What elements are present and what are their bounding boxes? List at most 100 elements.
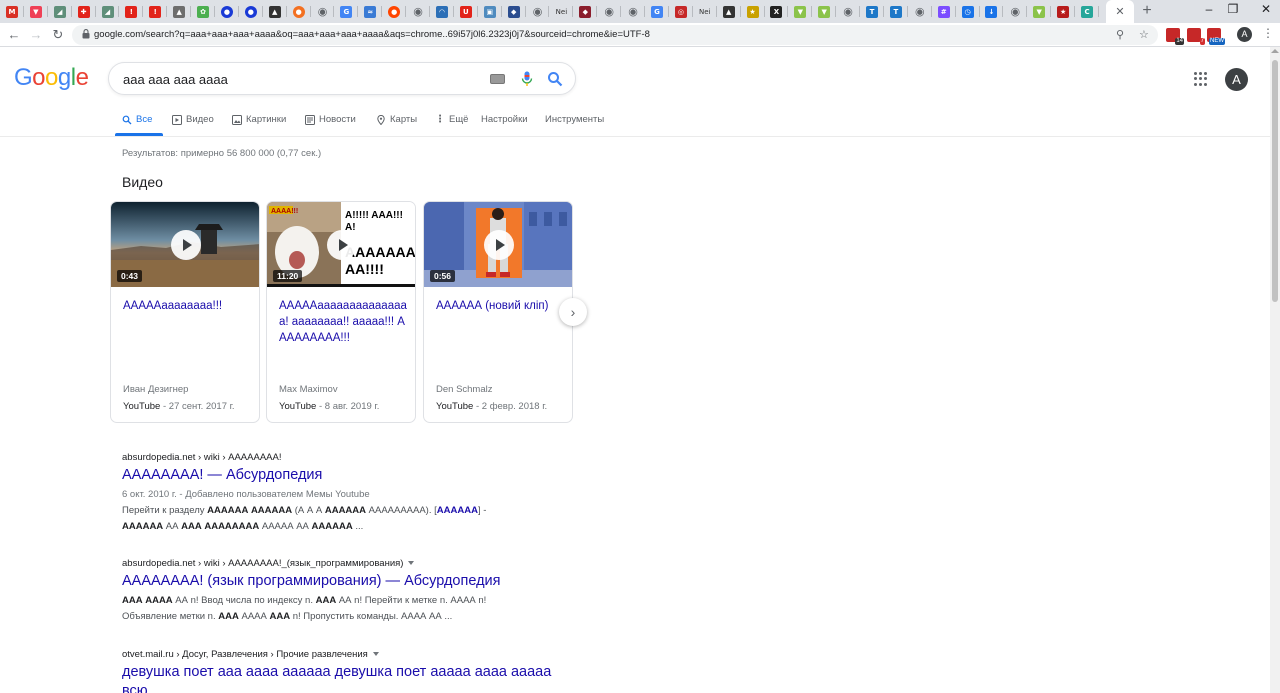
profile-avatar[interactable]: A	[1237, 27, 1252, 42]
tab-images[interactable]: Картинки	[232, 114, 286, 125]
browser-tab[interactable]: ✿	[191, 0, 215, 23]
account-avatar[interactable]: A	[1225, 68, 1248, 91]
search-icon[interactable]	[547, 71, 563, 87]
browser-tab[interactable]: G	[334, 0, 359, 23]
browser-tab[interactable]: !	[143, 0, 168, 23]
minimize-button[interactable]: –	[1202, 2, 1216, 16]
browser-tab[interactable]: ◷	[956, 0, 980, 23]
tab-video[interactable]: Видео	[172, 114, 214, 125]
browser-tab[interactable]: ◆	[502, 0, 526, 23]
result-url[interactable]: absurdopedia.net › wiki › АААААААА!	[122, 452, 682, 463]
dropdown-arrow-icon[interactable]	[408, 561, 415, 566]
video-card[interactable]: 0:56 АААААА (новий кліп) Den Schmalz You…	[423, 201, 573, 423]
video-title[interactable]: ААААAaaaaaaaaaaaaaaa! aaaaaaaa!! aaaaa!!…	[279, 298, 409, 346]
close-window-button[interactable]: ✕	[1259, 2, 1273, 16]
result-url[interactable]: absurdopedia.net › wiki › АААААААА!_(язы…	[122, 558, 682, 569]
extension-icon[interactable]: 7	[1187, 28, 1205, 45]
tab-all[interactable]: Все	[122, 114, 152, 125]
video-thumbnail[interactable]: АААА!!! A!!!!! AAA!!! A! AAAAAAA AA!!!! …	[267, 202, 415, 287]
extension-icon[interactable]: 14	[1166, 28, 1184, 45]
keyboard-icon[interactable]	[490, 74, 505, 84]
browser-tab[interactable]: G	[645, 0, 669, 23]
tab-tools[interactable]: Инструменты	[545, 114, 604, 125]
zoom-icon[interactable]: ⚲	[1116, 28, 1124, 41]
browser-tab[interactable]: ▣	[478, 0, 502, 23]
browser-tab[interactable]: ▼	[812, 0, 837, 23]
play-button[interactable]	[484, 230, 514, 260]
browser-tab[interactable]: ◉	[597, 0, 622, 23]
browser-tab[interactable]: ◉	[311, 0, 335, 23]
video-card[interactable]: АААА!!! A!!!!! AAA!!! A! AAAAAAA AA!!!! …	[266, 201, 416, 423]
video-title[interactable]: АААААА (новий кліп)	[436, 298, 566, 314]
browser-tab[interactable]: ◉	[526, 0, 550, 23]
browser-tab[interactable]: ◎	[669, 0, 693, 23]
browser-tab[interactable]: ●	[287, 0, 311, 23]
browser-tab[interactable]: ✚	[72, 0, 96, 23]
carousel-next-button[interactable]: ›	[559, 298, 587, 326]
result-url[interactable]: otvet.mail.ru › Досуг, Развлечения › Про…	[122, 649, 562, 660]
browser-menu-icon[interactable]: ⋮	[1262, 26, 1274, 40]
browser-tab[interactable]: X	[765, 0, 789, 23]
result-title[interactable]: АААААААА! (язык программирования) — Абсу…	[122, 572, 682, 591]
restore-button[interactable]: ❐	[1226, 2, 1240, 16]
browser-tab[interactable]: ◉	[621, 0, 645, 23]
address-bar[interactable]: google.com/search?q=aaa+aaa+aaa+aaaa&oq=…	[72, 25, 1158, 45]
browser-tab[interactable]: ≈	[358, 0, 383, 23]
browser-tab[interactable]: C	[1075, 0, 1099, 23]
tab-maps[interactable]: Карты	[376, 114, 417, 125]
snippet-link[interactable]: АААААА	[437, 505, 478, 516]
scroll-up-arrow-icon[interactable]	[1271, 49, 1279, 53]
active-tab[interactable]: ✕	[1106, 0, 1134, 23]
url-text[interactable]: google.com/search?q=aaa+aaa+aaa+aaaa&oq=…	[94, 29, 1114, 40]
browser-tab[interactable]: ◢	[96, 0, 120, 23]
extension-icon[interactable]: NEW	[1207, 28, 1225, 45]
browser-tab[interactable]: M	[0, 0, 24, 23]
close-tab-icon[interactable]: ✕	[1115, 5, 1124, 18]
browser-tab[interactable]: Nei	[549, 0, 574, 23]
new-tab-button[interactable]: +	[1139, 2, 1155, 20]
google-apps-icon[interactable]	[1194, 72, 1208, 86]
browser-tab[interactable]: ▲	[167, 0, 192, 23]
back-button[interactable]: ←	[6, 27, 22, 43]
browser-tab[interactable]: ▲	[717, 0, 741, 23]
browser-tab[interactable]: ▲	[263, 0, 287, 23]
browser-tab[interactable]: Nei	[693, 0, 717, 23]
video-thumbnail[interactable]: 0:56	[424, 202, 572, 287]
reload-button[interactable]: ↻	[50, 27, 66, 43]
video-card[interactable]: 0:43 ААААAaaaaaaaa!!! Иван Дезигнер YouT…	[110, 201, 260, 423]
microphone-icon[interactable]	[520, 71, 534, 87]
tab-settings[interactable]: Настройки	[481, 114, 528, 125]
scrollbar-thumb[interactable]	[1272, 60, 1278, 302]
browser-tab[interactable]: ◉	[908, 0, 932, 23]
dropdown-arrow-icon[interactable]	[372, 652, 379, 657]
tab-more[interactable]: ⋮ Ещё	[435, 114, 468, 125]
browser-tab[interactable]: ◉	[836, 0, 860, 23]
result-title[interactable]: АААААААА! — Абсурдопедия	[122, 466, 682, 485]
browser-tab[interactable]: ★	[741, 0, 765, 23]
browser-tab[interactable]: U	[454, 0, 478, 23]
browser-tab[interactable]: T	[860, 0, 884, 23]
browser-tab[interactable]: T	[884, 0, 908, 23]
browser-tab[interactable]: ▼	[788, 0, 813, 23]
browser-tab[interactable]: ↓	[980, 0, 1004, 23]
video-thumbnail[interactable]: 0:43	[111, 202, 259, 287]
play-button[interactable]	[327, 230, 357, 260]
browser-tab[interactable]: ★	[1051, 0, 1075, 23]
search-input[interactable]	[123, 70, 483, 88]
google-logo[interactable]: Google	[14, 64, 89, 92]
browser-tab[interactable]: ◢	[48, 0, 72, 23]
browser-tab[interactable]: ◠	[430, 0, 454, 23]
video-title[interactable]: ААААAaaaaaaaa!!!	[123, 298, 253, 314]
browser-tab[interactable]: #	[932, 0, 956, 23]
browser-tab[interactable]: ▼	[24, 0, 48, 23]
browser-tab[interactable]: ◉	[1003, 0, 1028, 23]
browser-tab[interactable]: ●	[382, 0, 407, 23]
browser-tab[interactable]: !	[119, 0, 144, 23]
browser-tab[interactable]: ●	[215, 0, 239, 23]
tab-news[interactable]: Новости	[305, 114, 356, 125]
browser-tab[interactable]: ▼	[1027, 0, 1052, 23]
result-title[interactable]: девушка поет ааа аааа аааааа девушка пое…	[122, 663, 562, 693]
bookmark-star-icon[interactable]: ☆	[1139, 28, 1149, 41]
play-button[interactable]	[171, 230, 201, 260]
browser-tab[interactable]: ◆	[573, 0, 598, 23]
